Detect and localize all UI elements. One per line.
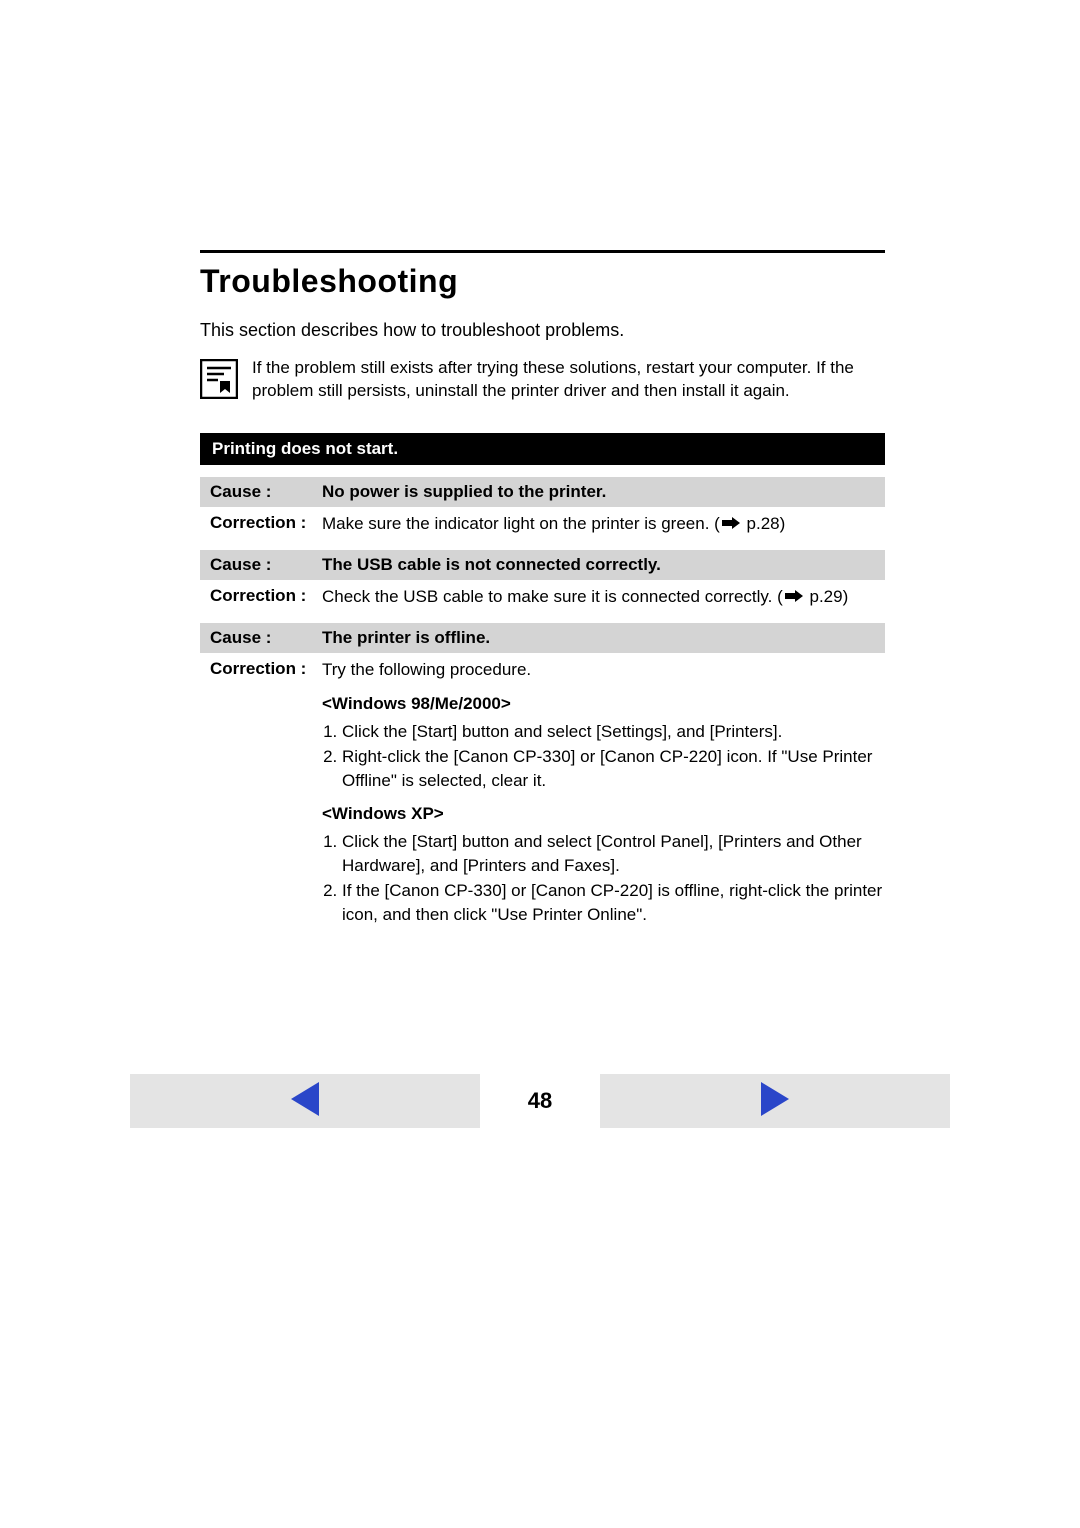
procedure-list: Click the [Start] button and select [Set… <box>322 720 885 792</box>
horizontal-rule <box>200 250 885 253</box>
section-heading: Printing does not start. <box>200 433 885 465</box>
correction-text: Check the USB cable to make sure it is c… <box>322 586 848 609</box>
correction-label: Correction : <box>210 659 322 682</box>
procedure-heading: <Windows 98/Me/2000> <box>322 694 885 714</box>
page-title: Troubleshooting <box>200 263 885 300</box>
procedure-list: Click the [Start] button and select [Con… <box>322 830 885 926</box>
note-text: If the problem still exists after trying… <box>252 357 885 403</box>
next-page-button[interactable] <box>600 1074 950 1128</box>
procedure-block: <Windows 98/Me/2000> Click the [Start] b… <box>322 694 885 926</box>
page-footer: 48 <box>130 1074 950 1128</box>
arrow-right-icon <box>785 586 803 609</box>
list-item: Click the [Start] button and select [Con… <box>342 830 885 877</box>
triangle-right-icon <box>761 1082 789 1121</box>
list-item: Right-click the [Canon CP-330] or [Canon… <box>342 745 885 792</box>
triangle-left-icon <box>291 1082 319 1121</box>
cause-text: No power is supplied to the printer. <box>322 482 606 502</box>
cause-row: Cause : The USB cable is not connected c… <box>200 550 885 580</box>
procedure-heading: <Windows XP> <box>322 804 885 824</box>
list-item: If the [Canon CP-330] or [Canon CP-220] … <box>342 879 885 926</box>
correction-text: Try the following procedure. <box>322 659 531 682</box>
cause-text: The USB cable is not connected correctly… <box>322 555 661 575</box>
arrow-right-icon <box>722 513 740 536</box>
correction-label: Correction : <box>210 586 322 609</box>
correction-text: Make sure the indicator light on the pri… <box>322 513 785 536</box>
note-icon <box>200 359 238 399</box>
cause-label: Cause : <box>210 555 322 575</box>
cause-label: Cause : <box>210 482 322 502</box>
correction-row: Correction : Try the following procedure… <box>200 657 885 686</box>
cause-row: Cause : The printer is offline. <box>200 623 885 653</box>
intro-text: This section describes how to troublesho… <box>200 320 885 341</box>
correction-label: Correction : <box>210 513 322 536</box>
cause-row: Cause : No power is supplied to the prin… <box>200 477 885 507</box>
prev-page-button[interactable] <box>130 1074 480 1128</box>
list-item: Click the [Start] button and select [Set… <box>342 720 885 743</box>
page-number: 48 <box>480 1074 600 1128</box>
correction-row: Correction : Check the USB cable to make… <box>200 584 885 623</box>
correction-row: Correction : Make sure the indicator lig… <box>200 511 885 550</box>
cause-text: The printer is offline. <box>322 628 490 648</box>
cause-label: Cause : <box>210 628 322 648</box>
note-block: If the problem still exists after trying… <box>200 357 885 403</box>
